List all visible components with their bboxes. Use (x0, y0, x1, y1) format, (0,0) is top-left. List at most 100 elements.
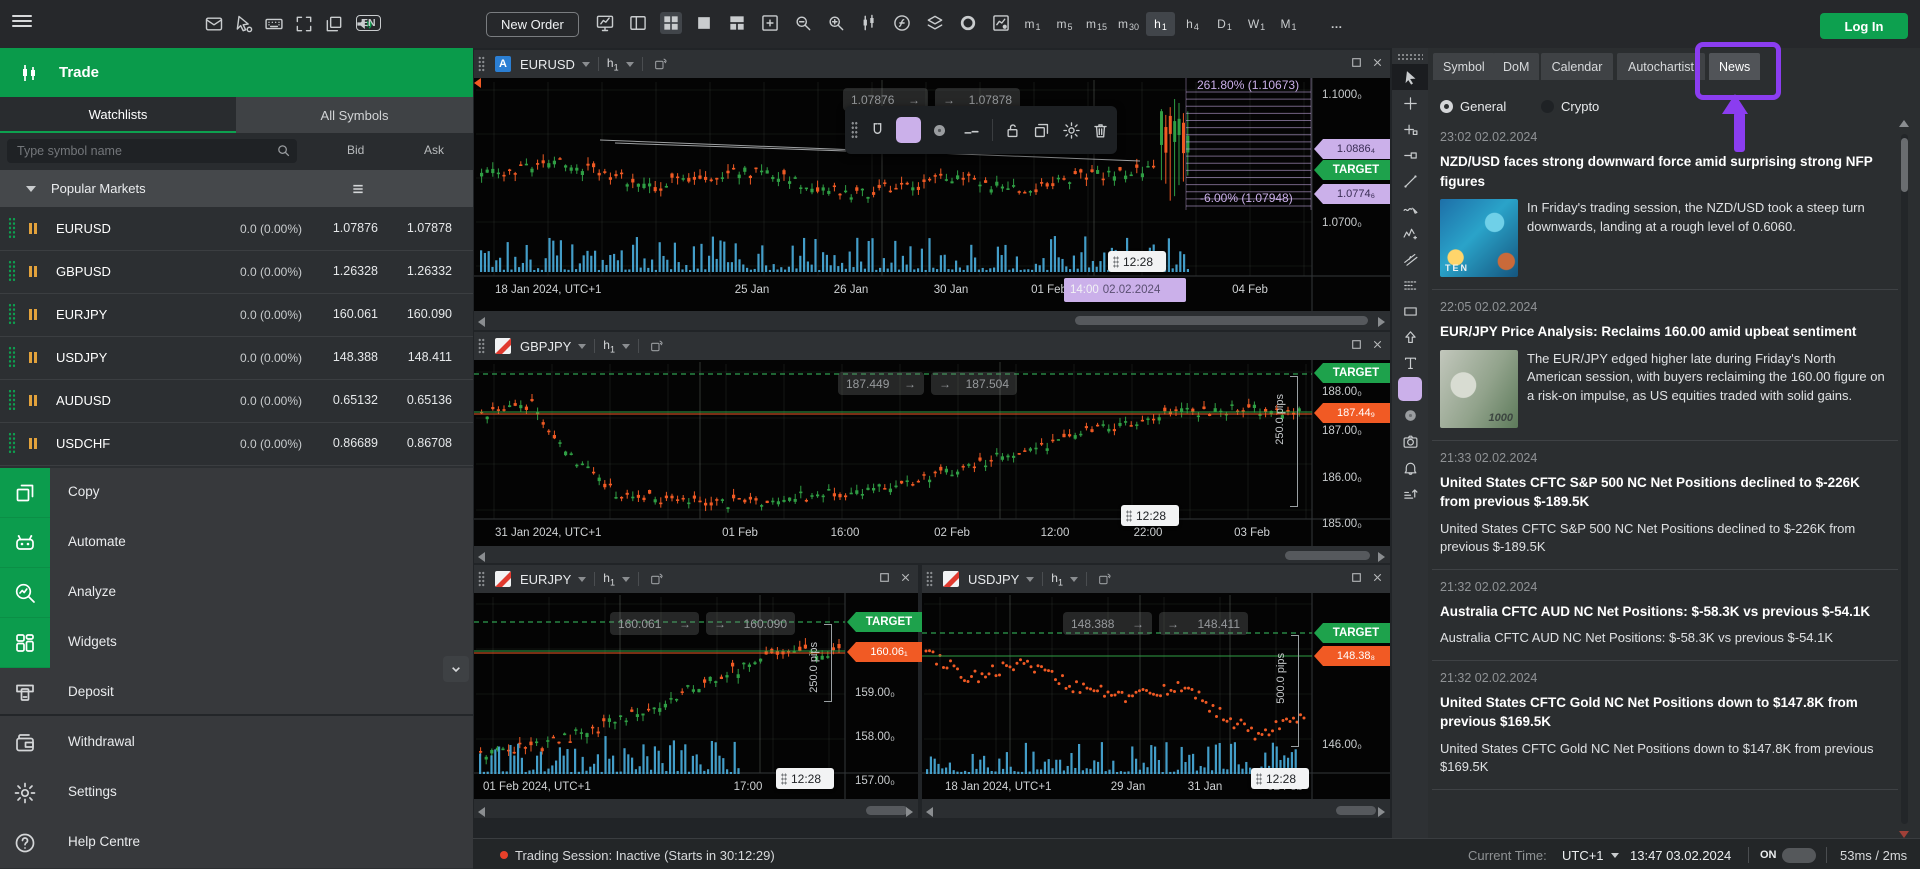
page-layout-icon[interactable] (627, 12, 649, 34)
more-timeframes-button[interactable]: … (1322, 12, 1351, 36)
timeframe-m1[interactable]: m1 (1018, 12, 1047, 36)
chart-h-scrollbar[interactable] (922, 803, 1390, 818)
crosshair-icon[interactable] (1392, 90, 1428, 116)
chart-header[interactable]: USDJPY h1 (922, 565, 1390, 593)
chart-header[interactable]: A EURUSD h1 (474, 50, 1390, 78)
news-item[interactable]: 22:05 02.02.2024 EUR/JPY Price Analysis: … (1432, 290, 1898, 441)
sell-button[interactable]: 187.449 → (838, 372, 924, 395)
lock-icon[interactable] (1002, 119, 1022, 141)
news-title[interactable]: United States CFTC Gold NC Net Positions… (1440, 693, 1890, 732)
maximize-icon[interactable] (1350, 571, 1363, 584)
pointer-settings-icon[interactable] (233, 13, 255, 35)
chart-link-icon[interactable] (1097, 571, 1113, 587)
fullscreen-icon[interactable] (293, 13, 315, 35)
timeframe-W1[interactable]: W1 (1242, 12, 1271, 36)
watchlist-row-eurusd[interactable]: EURUSD 0.0 (0.00%) 1.07876 1.07878 (0, 207, 473, 251)
scroll-up-icon[interactable] (1899, 120, 1909, 127)
close-icon[interactable] (1371, 56, 1384, 69)
news-scrollbar[interactable] (1898, 120, 1910, 838)
zoom-in-icon[interactable] (825, 12, 847, 34)
mail-icon[interactable] (203, 13, 225, 35)
chart-link-icon[interactable] (649, 571, 665, 587)
scroll-right-icon[interactable] (906, 807, 913, 817)
sidebar-item-copy[interactable]: Copy (0, 468, 473, 518)
drag-handle-icon[interactable] (851, 121, 858, 139)
split-view-icon[interactable] (726, 12, 748, 34)
buy-button[interactable]: → 187.504 (931, 372, 1017, 395)
scroll-right-icon[interactable] (1378, 807, 1385, 817)
drag-handle-icon[interactable] (478, 571, 485, 587)
functions-icon[interactable] (891, 12, 913, 34)
scrollbar-thumb[interactable] (1075, 316, 1368, 325)
news-item[interactable]: 23:02 02.02.2024 NZD/USD faces strong dow… (1432, 120, 1898, 291)
radio-unselected-icon[interactable] (1541, 100, 1554, 113)
symbol-search-input[interactable] (7, 139, 297, 163)
layers-icon[interactable] (924, 12, 946, 34)
chart-settings-icon[interactable] (990, 12, 1012, 34)
chart-symbol[interactable]: EURUSD (520, 57, 575, 72)
close-icon[interactable] (1371, 338, 1384, 351)
chart-h-scrollbar[interactable] (474, 313, 1390, 329)
chart-h-scrollbar[interactable] (474, 803, 918, 818)
chart-timeframe[interactable]: h1 (1051, 571, 1063, 587)
fibonacci-icon[interactable] (1392, 272, 1428, 298)
chart-timeframe[interactable]: h1 (603, 338, 615, 354)
indicators-icon[interactable] (858, 12, 880, 34)
scrollbar-thumb[interactable] (866, 806, 908, 815)
scroll-right-icon[interactable] (1378, 552, 1385, 562)
sidebar-item-widgets[interactable]: Widgets (0, 618, 473, 668)
sidebar-item-settings[interactable]: Settings (0, 768, 473, 818)
chart-timeframe[interactable]: h1 (603, 571, 615, 587)
virtual-keyboard-icon[interactable] (263, 13, 285, 35)
timeframe-m15[interactable]: m 15 (1082, 12, 1111, 36)
color-swatch[interactable] (1392, 376, 1428, 402)
new-order-button[interactable]: New Order (486, 12, 579, 37)
chart-h-scrollbar[interactable] (474, 548, 1390, 563)
scroll-down-icon[interactable] (1899, 831, 1909, 838)
add-chart-icon[interactable] (759, 12, 781, 34)
close-icon[interactable] (1371, 571, 1384, 584)
time-tooltip[interactable]: 12:28 (776, 768, 834, 789)
trade-section-header[interactable]: Trade (0, 48, 473, 97)
tab-all-symbols[interactable]: All Symbols (236, 97, 473, 133)
delete-icon[interactable] (1091, 119, 1111, 141)
list-menu-icon[interactable] (350, 181, 366, 197)
single-view-icon[interactable] (693, 12, 715, 34)
news-title[interactable]: EUR/JPY Price Analysis: Reclaims 160.00 … (1440, 322, 1890, 342)
news-title[interactable]: NZD/USD faces strong downward force amid… (1440, 152, 1890, 191)
drag-handle-icon[interactable] (478, 338, 485, 354)
drag-handle-icon[interactable] (1397, 53, 1423, 61)
caret-down-icon[interactable] (622, 343, 630, 349)
tab-symbol[interactable]: Symbol (1433, 53, 1495, 80)
maximize-icon[interactable] (878, 571, 891, 584)
anchor-point-icon[interactable] (1392, 142, 1428, 168)
tab-news[interactable]: News (1709, 53, 1761, 80)
sell-button[interactable]: 148.388 → (1063, 612, 1152, 635)
sidebar-item-analyze[interactable]: Analyze (0, 568, 473, 618)
symbol-ask[interactable]: 0.86708 (0, 436, 452, 450)
collapse-menu-button[interactable] (443, 656, 469, 682)
watchlist-row-gbpusd[interactable]: GBPUSD 0.0 (0.00%) 1.26328 1.26332 (0, 250, 473, 294)
watchlist-row-audusd[interactable]: AUDUSD 0.0 (0.00%) 0.65132 0.65136 (0, 379, 473, 423)
chart-symbol[interactable]: GBPJPY (520, 339, 571, 354)
grid-2x2-icon[interactable] (660, 12, 682, 34)
maximize-icon[interactable] (1350, 56, 1363, 69)
crosshair-sync-icon[interactable] (1392, 116, 1428, 142)
object-visibility-icon[interactable] (957, 12, 979, 34)
caret-down-icon[interactable] (1611, 853, 1619, 858)
cursor-icon[interactable] (1392, 64, 1428, 90)
settings-icon[interactable] (1061, 119, 1081, 141)
watchlist-row-usdjpy[interactable]: USDJPY 0.0 (0.00%) 148.388 148.411 (0, 336, 473, 380)
magnet-icon[interactable] (867, 119, 887, 141)
color-swatch[interactable] (896, 117, 921, 143)
floating-draw-toolbar[interactable] (845, 106, 1117, 154)
zoom-out-icon[interactable] (792, 12, 814, 34)
scroll-left-icon[interactable] (478, 317, 485, 327)
caret-down-icon[interactable] (625, 61, 634, 67)
watchlist-row-usdchf[interactable]: USDCHF 0.0 (0.00%) 0.86689 0.86708 (0, 422, 473, 466)
watchlist-row-eurjpy[interactable]: EURJPY 0.0 (0.00%) 160.061 160.090 (0, 293, 473, 337)
rectangle-icon[interactable] (1392, 298, 1428, 324)
news-title[interactable]: United States CFTC S&P 500 NC Net Positi… (1440, 473, 1890, 512)
status-toggle[interactable] (1782, 848, 1816, 863)
sidebar-item-deposit[interactable]: Deposit (0, 668, 473, 718)
